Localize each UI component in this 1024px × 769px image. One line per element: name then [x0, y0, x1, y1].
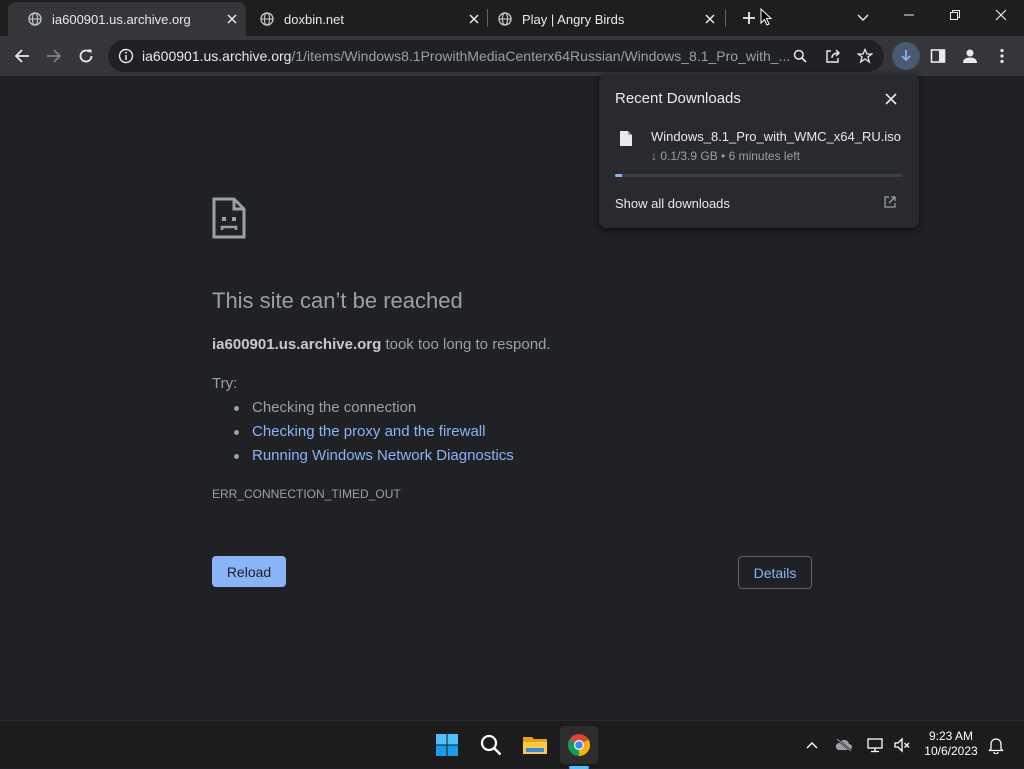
error-description: ia600901.us.archive.org took too long to… — [212, 336, 551, 353]
suggestions-list: Checking the connection Checking the pro… — [232, 396, 514, 468]
address-bar[interactable]: ia600901.us.archive.org/1/items/Windows8… — [108, 40, 884, 72]
suggestion-check-proxy-link[interactable]: Checking the proxy and the firewall — [232, 420, 514, 444]
arrow-right-icon — [47, 49, 62, 63]
url-host: ia600901.us.archive.org — [142, 48, 292, 64]
details-button[interactable]: Details — [738, 556, 812, 589]
windows-taskbar: 9:23 AM 10/6/2023 — [0, 720, 1024, 769]
clock-date: 10/6/2023 — [924, 744, 978, 758]
share-icon — [826, 49, 840, 63]
close-icon — [885, 93, 897, 105]
close-tab-icon[interactable] — [702, 11, 718, 27]
reload-toolbar-button[interactable] — [72, 42, 100, 70]
file-explorer-icon — [523, 737, 547, 754]
bookmark-button[interactable] — [855, 46, 875, 66]
arrow-left-icon — [14, 49, 29, 63]
reload-button[interactable]: Reload — [212, 556, 286, 587]
search-icon — [793, 49, 807, 63]
search-page-button[interactable] — [790, 46, 810, 66]
downloads-title: Recent Downloads — [615, 90, 741, 107]
url-text[interactable]: ia600901.us.archive.org/1/items/Windows8… — [142, 48, 790, 64]
tab-title: Play | Angry Birds — [522, 11, 625, 27]
forward-button[interactable] — [40, 42, 68, 70]
volume-muted-icon — [894, 737, 910, 753]
notifications-button[interactable] — [986, 735, 1006, 755]
network-icon — [867, 738, 883, 753]
globe-icon — [28, 12, 42, 26]
globe-icon — [498, 12, 512, 26]
chrome-icon — [568, 734, 590, 756]
menu-button[interactable] — [988, 42, 1016, 70]
search-icon — [480, 734, 502, 756]
suggestion-network-diagnostics-link[interactable]: Running Windows Network Diagnostics — [232, 444, 514, 468]
downloads-button[interactable] — [892, 42, 920, 70]
volume-button[interactable] — [892, 735, 912, 755]
error-host: ia600901.us.archive.org — [212, 336, 382, 353]
chevron-up-icon — [806, 742, 818, 749]
plus-icon — [743, 12, 755, 24]
tab-strip: ia600901.us.archive.org doxbin.net Play … — [0, 0, 1024, 36]
system-clock[interactable]: 9:23 AM 10/6/2023 — [920, 729, 982, 759]
tab-title: ia600901.us.archive.org — [52, 11, 191, 27]
downloads-bubble: Recent Downloads Windows_8.1_Pro_with_WM… — [599, 74, 919, 228]
restore-icon — [950, 10, 960, 20]
start-icon — [436, 734, 458, 756]
chevron-down-icon — [857, 14, 869, 21]
download-file-name[interactable]: Windows_8.1_Pro_with_WMC_x64_RU.iso — [651, 129, 901, 144]
tab-search-button[interactable] — [851, 6, 875, 30]
start-button[interactable] — [428, 726, 466, 764]
tab-title: doxbin.net — [284, 11, 344, 27]
info-icon[interactable] — [118, 48, 134, 64]
close-tab-icon[interactable] — [224, 11, 240, 27]
show-all-downloads-link[interactable]: Show all downloads — [615, 196, 730, 211]
tab-archive[interactable]: ia600901.us.archive.org — [8, 2, 246, 36]
try-label: Try: — [212, 375, 238, 392]
url-path: /1/items/Windows8.1ProwithMediaCenterx64… — [291, 48, 791, 64]
mouse-cursor-icon — [760, 8, 772, 26]
sad-page-icon — [212, 197, 246, 239]
close-downloads-button[interactable] — [881, 89, 901, 109]
file-explorer-button[interactable] — [516, 726, 554, 764]
globe-icon — [260, 12, 274, 26]
tab-doxbin[interactable]: doxbin.net — [240, 2, 488, 36]
network-button[interactable] — [866, 735, 886, 755]
tab-angry-birds[interactable]: Play | Angry Birds — [478, 2, 724, 36]
download-icon — [901, 50, 911, 62]
download-progress-fill — [615, 174, 623, 177]
star-icon — [857, 48, 873, 64]
download-status: ↓ 0.1/3.9 GB • 6 minutes left — [651, 149, 800, 163]
minimize-button[interactable] — [886, 0, 932, 30]
show-hidden-icons-button[interactable] — [802, 735, 822, 755]
error-heading: This site can’t be reached — [212, 288, 463, 313]
close-icon — [995, 9, 1007, 21]
minimize-icon — [904, 14, 914, 16]
reload-icon — [79, 49, 93, 63]
cloud-off-icon — [835, 738, 852, 752]
error-message: took too long to respond. — [381, 336, 551, 353]
error-code: ERR_CONNECTION_TIMED_OUT — [212, 487, 401, 501]
kebab-menu-icon — [1000, 48, 1004, 64]
download-progress-bar — [615, 174, 903, 177]
suggestion-check-connection: Checking the connection — [232, 396, 514, 420]
share-button[interactable] — [823, 46, 843, 66]
close-window-button[interactable] — [978, 0, 1024, 30]
back-button[interactable] — [8, 42, 36, 70]
tab-separator — [725, 9, 726, 27]
side-panel-icon — [930, 49, 946, 63]
clock-time: 9:23 AM — [928, 729, 974, 743]
restore-button[interactable] — [932, 0, 978, 30]
open-in-new-icon[interactable] — [883, 195, 897, 209]
browser-toolbar: ia600901.us.archive.org/1/items/Windows8… — [0, 36, 1024, 76]
onedrive-button[interactable] — [834, 735, 854, 755]
profile-icon — [963, 49, 977, 63]
new-tab-button[interactable] — [737, 6, 761, 30]
profile-button[interactable] — [956, 42, 984, 70]
bell-icon — [988, 738, 1004, 754]
chrome-taskbar-button[interactable] — [560, 726, 598, 764]
side-panel-button[interactable] — [924, 42, 952, 70]
file-icon — [620, 131, 632, 146]
taskbar-search-button[interactable] — [472, 726, 510, 764]
